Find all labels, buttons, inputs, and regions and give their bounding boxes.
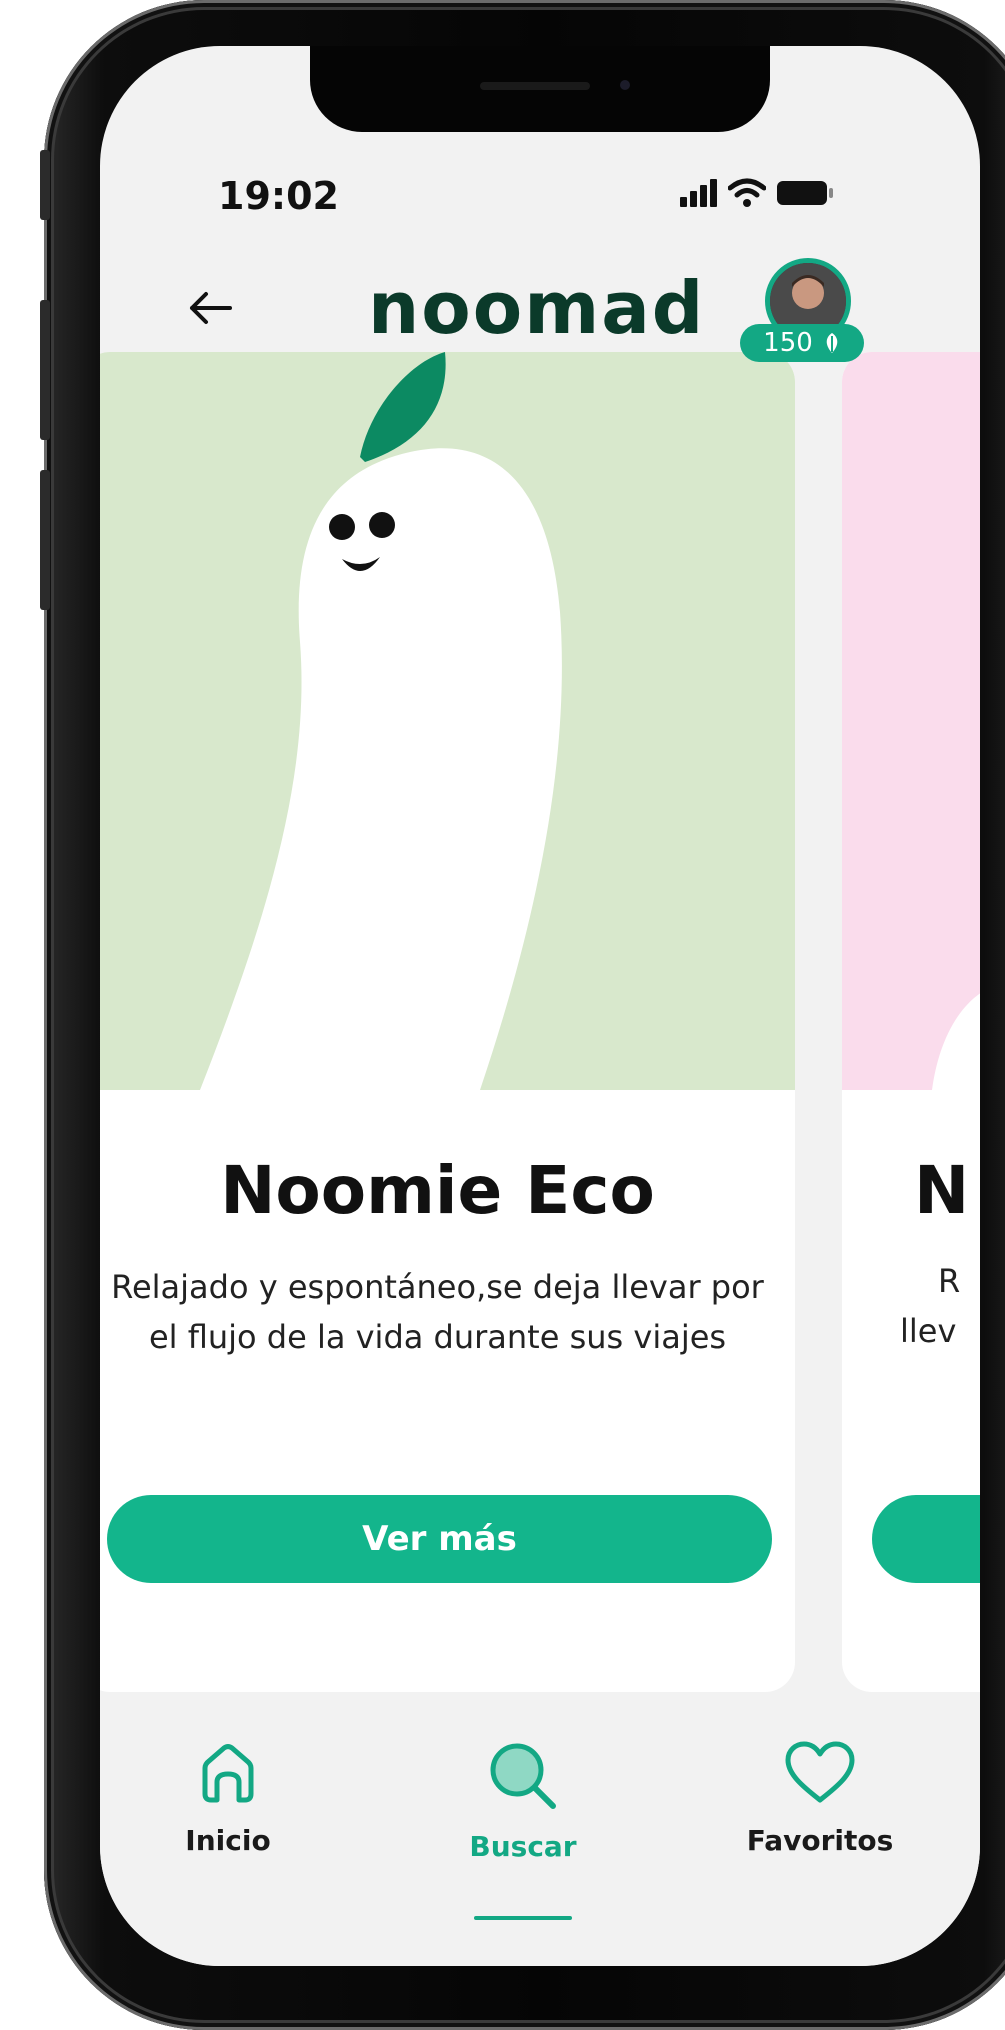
card-description: Relajado y espontáneo,se deja llevar por… (111, 1268, 764, 1356)
wifi-icon (728, 178, 766, 207)
signal-icon (680, 179, 717, 207)
next-card[interactable]: N R llev (842, 352, 980, 1692)
heart-icon (785, 1741, 855, 1803)
next-card-desc-line: llev (900, 1312, 957, 1350)
status-icons (680, 178, 834, 208)
nav-label: Inicio (185, 1824, 271, 1857)
phone-notch (310, 46, 770, 132)
next-card-button[interactable] (872, 1495, 980, 1583)
back-arrow-icon[interactable] (186, 288, 236, 328)
noomie-card[interactable]: Noomie Eco Relajado y espontáneo,se deja… (100, 352, 795, 1692)
phone-screen: Noomie Eco Relajado y espontáneo,se deja… (100, 46, 980, 1966)
camera (620, 80, 630, 90)
active-tab-indicator (474, 1916, 572, 1920)
battery-icon (777, 181, 833, 205)
ver-mas-button[interactable]: Ver más (107, 1495, 772, 1583)
app-logo: noomad (368, 266, 706, 350)
next-card-desc-line: R (938, 1262, 961, 1300)
speaker (480, 82, 590, 90)
search-icon (490, 1743, 556, 1809)
next-card-title: N (914, 1152, 970, 1229)
points-badge: 150 (740, 324, 864, 362)
noomie-illustration (100, 352, 795, 1090)
nav-label: Favoritos (746, 1824, 894, 1857)
nav-item-inicio[interactable]: Inicio (128, 1738, 328, 1857)
mute-switch (40, 150, 50, 220)
card-title: Noomie Eco (220, 1152, 655, 1229)
leaf-icon (826, 333, 838, 353)
home-icon (202, 1744, 254, 1803)
points-value: 150 (763, 328, 813, 358)
nav-label: Buscar (469, 1830, 577, 1863)
nav-item-buscar[interactable]: Buscar (423, 1738, 623, 1863)
volume-up-button (40, 300, 50, 440)
status-time: 19:02 (218, 174, 339, 218)
next-card-illustration (842, 352, 980, 1090)
nav-item-favoritos[interactable]: Favoritos (720, 1738, 920, 1857)
volume-down-button (40, 470, 50, 610)
